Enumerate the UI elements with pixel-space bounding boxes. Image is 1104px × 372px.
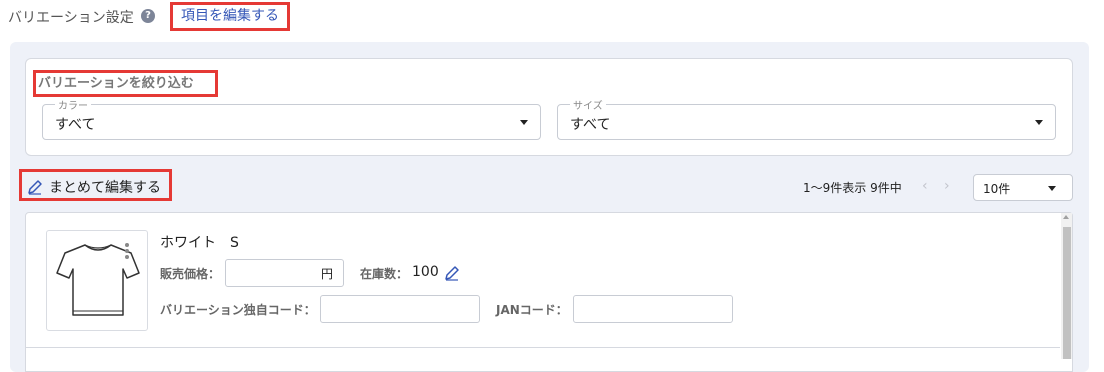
pencil-icon[interactable] bbox=[444, 265, 460, 281]
question-circle-icon[interactable]: ? bbox=[141, 9, 155, 23]
more-options-icon[interactable] bbox=[123, 243, 131, 261]
jan-label: JANコード： bbox=[496, 303, 568, 317]
color-select-label: カラー bbox=[55, 97, 91, 112]
size-select-label: サイズ bbox=[570, 97, 606, 112]
code-label: バリエーション独自コード： bbox=[160, 303, 316, 317]
color-select-value: すべて bbox=[55, 117, 96, 133]
stock-label: 在庫数： bbox=[360, 267, 409, 281]
result-count: 1～9件表示 9件中 bbox=[803, 181, 902, 195]
bulk-edit-label: まとめて編集する bbox=[49, 180, 161, 196]
caret-down-icon bbox=[1048, 186, 1056, 191]
price-unit: 円 bbox=[320, 267, 333, 281]
row-divider bbox=[26, 347, 1060, 348]
section-title: バリエーション設定 bbox=[8, 10, 134, 26]
per-page-value: 10件 bbox=[983, 182, 1011, 196]
caret-down-icon bbox=[520, 120, 528, 125]
variation-image[interactable] bbox=[46, 230, 148, 331]
variation-code-input[interactable] bbox=[320, 295, 480, 323]
bulk-edit-button[interactable]: まとめて編集する bbox=[19, 169, 172, 201]
chevron-left-icon[interactable]: ‹ bbox=[922, 178, 928, 194]
section-header: バリエーション設定 ? 項目を編集する bbox=[0, 0, 1104, 34]
scroll-up-icon[interactable] bbox=[1063, 215, 1069, 219]
price-label: 販売価格： bbox=[160, 267, 221, 281]
size-select[interactable]: サイズ すべて bbox=[557, 97, 1056, 140]
caret-down-icon bbox=[1035, 120, 1043, 125]
chevron-right-icon[interactable]: › bbox=[944, 178, 950, 194]
filter-title: バリエーションを絞り込む bbox=[33, 70, 218, 97]
scrollbar-thumb[interactable] bbox=[1063, 227, 1071, 359]
jan-code-input[interactable] bbox=[573, 295, 733, 323]
stock-value: 100 bbox=[412, 264, 439, 280]
size-select-value: すべて bbox=[570, 117, 611, 133]
price-input[interactable]: 円 bbox=[225, 259, 344, 287]
edit-items-link[interactable]: 項目を編集する bbox=[170, 2, 290, 31]
pencil-icon bbox=[28, 180, 42, 195]
tshirt-icon bbox=[56, 244, 140, 316]
variation-name: ホワイト S bbox=[160, 235, 239, 251]
per-page-select[interactable]: 10件 bbox=[973, 174, 1073, 201]
color-select[interactable]: カラー すべて bbox=[42, 97, 541, 140]
